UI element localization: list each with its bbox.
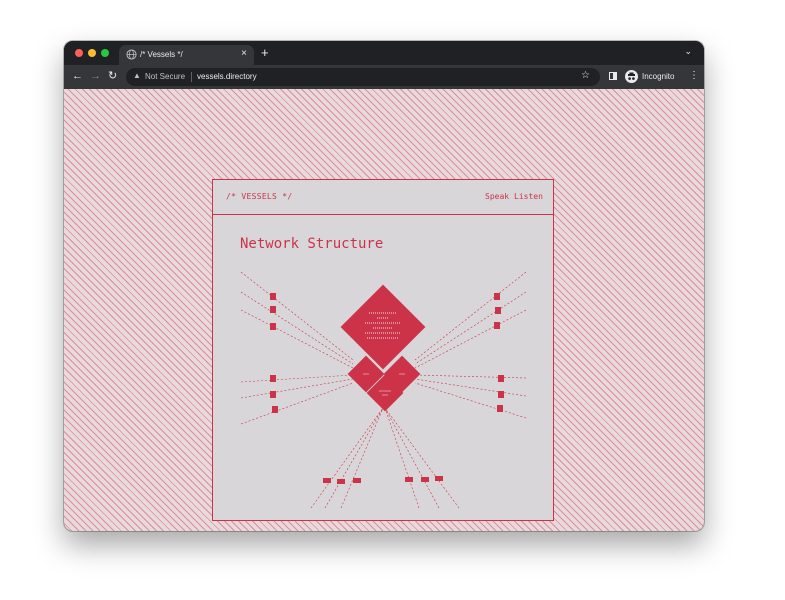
vessel-node[interactable]	[494, 322, 500, 329]
vessel-node[interactable]	[421, 477, 429, 482]
vessel-node[interactable]	[272, 406, 278, 413]
reload-button[interactable]: ↻	[108, 69, 117, 83]
network-diagram	[240, 271, 527, 509]
vessel-node[interactable]	[270, 293, 276, 300]
new-tab-button[interactable]: +	[261, 45, 269, 61]
address-divider	[191, 72, 192, 82]
close-window-button[interactable]	[75, 49, 83, 57]
incognito-label[interactable]: Incognito	[642, 72, 674, 81]
tab-vessels[interactable]: /* Vessels */ ×	[119, 45, 254, 65]
vessel-node[interactable]	[323, 478, 331, 483]
tab-search-chevron-icon[interactable]: ⌄	[684, 46, 692, 57]
vessel-node[interactable]	[498, 391, 504, 398]
browser-window: /* Vessels */ × + ⌄ ← → ↻ ▲ Not Secure v…	[64, 41, 704, 531]
globe-icon	[126, 49, 137, 60]
vessel-node[interactable]	[498, 375, 504, 382]
browser-toolbar: ← → ↻ ▲ Not Secure vessels.directory ☆ I…	[64, 65, 704, 89]
warning-icon[interactable]: ▲	[133, 71, 141, 80]
vessel-node[interactable]	[353, 478, 361, 483]
vessel-node[interactable]	[270, 375, 276, 382]
vessel-node[interactable]	[497, 405, 503, 412]
side-panel-icon[interactable]	[609, 72, 617, 80]
tab-title: /* Vessels */	[140, 50, 183, 59]
minimize-window-button[interactable]	[88, 49, 96, 57]
incognito-icon[interactable]	[625, 70, 638, 83]
vessel-node[interactable]	[494, 293, 500, 300]
vessel-node[interactable]	[405, 477, 413, 482]
url-text[interactable]: vessels.directory	[197, 72, 257, 81]
vessel-node[interactable]	[270, 323, 276, 330]
forward-button[interactable]: →	[90, 69, 101, 83]
central-node-main[interactable]	[340, 284, 426, 370]
vessel-node[interactable]	[270, 306, 276, 313]
security-label[interactable]: Not Secure	[145, 72, 185, 81]
address-bar[interactable]: ▲ Not Secure vessels.directory ☆	[126, 68, 600, 86]
tab-strip: /* Vessels */ × + ⌄	[64, 41, 704, 65]
vessel-node[interactable]	[337, 479, 345, 484]
vessel-node[interactable]	[270, 391, 276, 398]
zoom-window-button[interactable]	[101, 49, 109, 57]
vessel-node[interactable]	[435, 476, 443, 481]
vessels-card: /* VESSELS */ Speak Listen Network Struc…	[212, 179, 554, 521]
browser-menu-icon[interactable]: ⋮	[689, 70, 699, 82]
back-button[interactable]: ←	[72, 69, 83, 83]
close-tab-icon[interactable]: ×	[241, 48, 247, 60]
vessel-node[interactable]	[495, 307, 501, 314]
page-viewport: /* VESSELS */ Speak Listen Network Struc…	[64, 89, 704, 531]
bookmark-star-icon[interactable]: ☆	[581, 70, 590, 81]
